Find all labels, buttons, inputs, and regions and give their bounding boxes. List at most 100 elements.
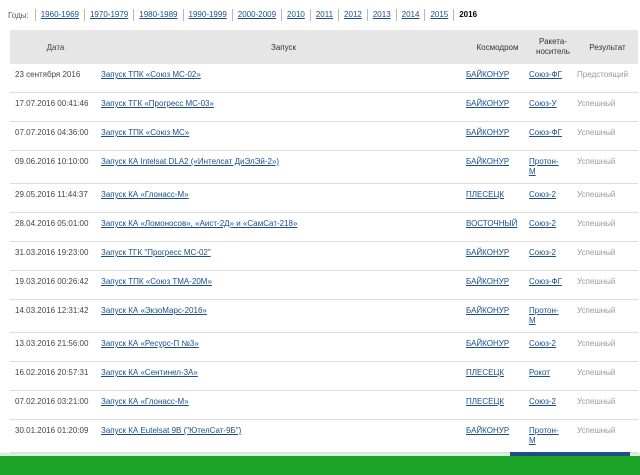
row-date: 09.06.2016 10:10:00 [15, 157, 89, 166]
row-rocket-link[interactable]: Союз-2 [529, 190, 563, 200]
col-cosmodrome-header: Космодром [476, 42, 519, 52]
year-link-1970-1979[interactable]: 1970-1979 [83, 9, 133, 21]
row-cosmodrome-link[interactable]: ВОСТОЧНЫЙ [466, 219, 517, 228]
row-rocket-link[interactable]: Союз-2 [529, 219, 563, 229]
row-result: Успешный [577, 190, 616, 199]
row-rocket-link[interactable]: Союз-ФГ [529, 70, 563, 80]
row-date: 14.03.2016 12:31:42 [15, 306, 89, 315]
row-rocket-link[interactable]: Союз-2 [529, 397, 563, 407]
row-rocket-link[interactable]: Протон-М [529, 306, 563, 326]
years-label: Годы: [8, 10, 29, 20]
row-rocket-cell: Союз-ФГ [529, 122, 577, 150]
row-launch-link[interactable]: Запуск КА «Сентинел-3А» [101, 368, 198, 377]
table-row: 19.03.2016 00:26:42 Запуск ТПК «Союз ТМА-… [10, 271, 638, 300]
row-launch-link[interactable]: Запуск КА «Ломоносов», «Аист-2Д» и «СамС… [101, 219, 297, 228]
row-cosmodrome-link[interactable]: БАЙКОНУР [466, 426, 509, 435]
row-result: Предстоящий [577, 70, 629, 79]
row-cosmodrome-link[interactable]: ПЛЕСЕЦК [466, 368, 504, 377]
row-cosmodrome-link[interactable]: БАЙКОНУР [466, 99, 509, 108]
year-link-2010[interactable]: 2010 [281, 9, 310, 21]
row-launch-link[interactable]: Запуск КА Eutelsat 9B ("ЮтелСат-9Б") [101, 426, 241, 435]
year-link-2016[interactable]: 2016 [453, 9, 482, 21]
row-cosmodrome-link[interactable]: БАЙКОНУР [466, 70, 509, 79]
table-row: 31.03.2016 19:23:00 Запуск ТГК "Прогресс … [10, 242, 638, 271]
year-link-2000-2009[interactable]: 2000-2009 [231, 9, 281, 21]
row-rocket-link[interactable]: Рокот [529, 368, 563, 378]
col-rocket-header: Ракета-носитель [536, 37, 570, 56]
year-link-2012[interactable]: 2012 [338, 9, 367, 21]
row-cosmodrome-cell: БАЙКОНУР [466, 151, 529, 183]
row-rocket-cell: Протон-М [529, 420, 577, 452]
row-launch-link[interactable]: Запуск КА «ЭкзоМарс-2016» [101, 306, 207, 315]
row-cosmodrome-link[interactable]: БАЙКОНУР [466, 248, 509, 257]
row-cosmodrome-link[interactable]: БАЙКОНУР [466, 277, 509, 286]
row-launch-link[interactable]: Запуск ТПК «Союз МС» [101, 128, 189, 137]
row-launch-link[interactable]: Запуск КА «Ресурс-П №3» [101, 339, 199, 348]
table-row: 29.05.2016 11:44:37 Запуск КА «Глонасс-М»… [10, 184, 638, 213]
row-result: Успешный [577, 248, 616, 257]
row-date-cell: 17.07.2016 00:41:46 [10, 93, 101, 121]
row-result-cell: Успешный [577, 93, 638, 121]
row-launch-cell: Запуск КА «Ломоносов», «Аист-2Д» и «СамС… [101, 213, 466, 241]
year-link-1960-1969[interactable]: 1960-1969 [34, 9, 84, 21]
row-launch-cell: Запуск КА Eutelsat 9B ("ЮтелСат-9Б") [101, 420, 466, 452]
footer-bar [0, 456, 640, 475]
row-cosmodrome-cell: ВОСТОЧНЫЙ [466, 213, 529, 241]
row-date-cell: 13.03.2016 21:56:00 [10, 333, 101, 361]
row-rocket-link[interactable]: Союз-2 [529, 248, 563, 258]
row-launch-link[interactable]: Запуск ТПК «Союз ТМА-20М» [101, 277, 212, 286]
row-launch-link[interactable]: Запуск КА Intelsat DLA2 («Интелсат ДиЭлЭ… [101, 157, 279, 166]
table-row: 09.06.2016 10:10:00 Запуск КА Intelsat DL… [10, 151, 638, 184]
row-result-cell: Успешный [577, 391, 638, 419]
year-link-2015[interactable]: 2015 [424, 9, 453, 21]
row-cosmodrome-link[interactable]: ПЛЕСЕЦК [466, 190, 504, 199]
col-result-header: Результат [589, 42, 626, 52]
row-date-cell: 31.03.2016 19:23:00 [10, 242, 101, 270]
row-launch-link[interactable]: Запуск КА «Глонасс-М» [101, 397, 189, 406]
table-row: 16.02.2016 20:57:31 Запуск КА «Сентинел-3… [10, 362, 638, 391]
year-link-1980-1989[interactable]: 1980-1989 [133, 9, 182, 21]
row-cosmodrome-link[interactable]: БАЙКОНУР [466, 128, 509, 137]
year-link-2011[interactable]: 2011 [309, 9, 338, 21]
row-rocket-link[interactable]: Союз-2 [529, 339, 563, 349]
row-date: 23 сентября 2016 [15, 70, 81, 79]
year-link-1990-1999[interactable]: 1990-1999 [182, 9, 232, 21]
row-rocket-link[interactable]: Протон-М [529, 426, 563, 446]
row-launch-cell: Запуск ТГК "Прогресс МС-02" [101, 242, 466, 270]
row-cosmodrome-cell: БАЙКОНУР [466, 420, 529, 452]
row-cosmodrome-link[interactable]: ПЛЕСЕЦК [466, 397, 504, 406]
row-cosmodrome-cell: БАЙКОНУР [466, 271, 529, 299]
row-launch-link[interactable]: Запуск ТПК «Союз МС-02» [101, 70, 201, 79]
row-date: 19.03.2016 00:26:42 [15, 277, 89, 286]
row-rocket-link[interactable]: Союз-ФГ [529, 128, 563, 138]
row-result: Успешный [577, 128, 616, 137]
row-result-cell: Успешный [577, 362, 638, 390]
row-date: 13.03.2016 21:56:00 [15, 339, 89, 348]
year-link-2014[interactable]: 2014 [395, 9, 425, 21]
row-result-cell: Успешный [577, 151, 638, 183]
row-date: 30.01.2016 01:20:09 [15, 426, 89, 435]
row-cosmodrome-link[interactable]: БАЙКОНУР [466, 157, 509, 166]
row-date: 31.03.2016 19:23:00 [15, 248, 89, 257]
row-date-cell: 16.02.2016 20:57:31 [10, 362, 101, 390]
row-cosmodrome-link[interactable]: БАЙКОНУР [466, 339, 509, 348]
row-result: Успешный [577, 219, 616, 228]
row-rocket-link[interactable]: Союз-У [529, 99, 563, 109]
row-date-cell: 19.03.2016 00:26:42 [10, 271, 101, 299]
row-cosmodrome-link[interactable]: БАЙКОНУР [466, 306, 509, 315]
row-rocket-cell: Протон-М [529, 300, 577, 332]
row-rocket-link[interactable]: Союз-ФГ [529, 277, 563, 287]
row-cosmodrome-cell: БАЙКОНУР [466, 93, 529, 121]
row-launch-link[interactable]: Запуск ТГК "Прогресс МС-02" [101, 248, 211, 257]
row-result-cell: Успешный [577, 333, 638, 361]
row-launch-link[interactable]: Запуск КА «Глонасс-М» [101, 190, 189, 199]
row-result-cell: Предстоящий [577, 64, 638, 92]
year-link-2013[interactable]: 2013 [366, 9, 396, 21]
row-cosmodrome-cell: БАЙКОНУР [466, 122, 529, 150]
row-launch-cell: Запуск КА «Глонасс-М» [101, 391, 466, 419]
row-launch-link[interactable]: Запуск ТГК «Прогресс МС-03» [101, 99, 214, 108]
row-launch-cell: Запуск КА «Ресурс-П №3» [101, 333, 466, 361]
row-rocket-link[interactable]: Протон-М [529, 157, 563, 177]
row-rocket-cell: Союз-У [529, 93, 577, 121]
table-row: 23 сентября 2016 Запуск ТПК «Союз МС-02» Б… [10, 64, 638, 93]
